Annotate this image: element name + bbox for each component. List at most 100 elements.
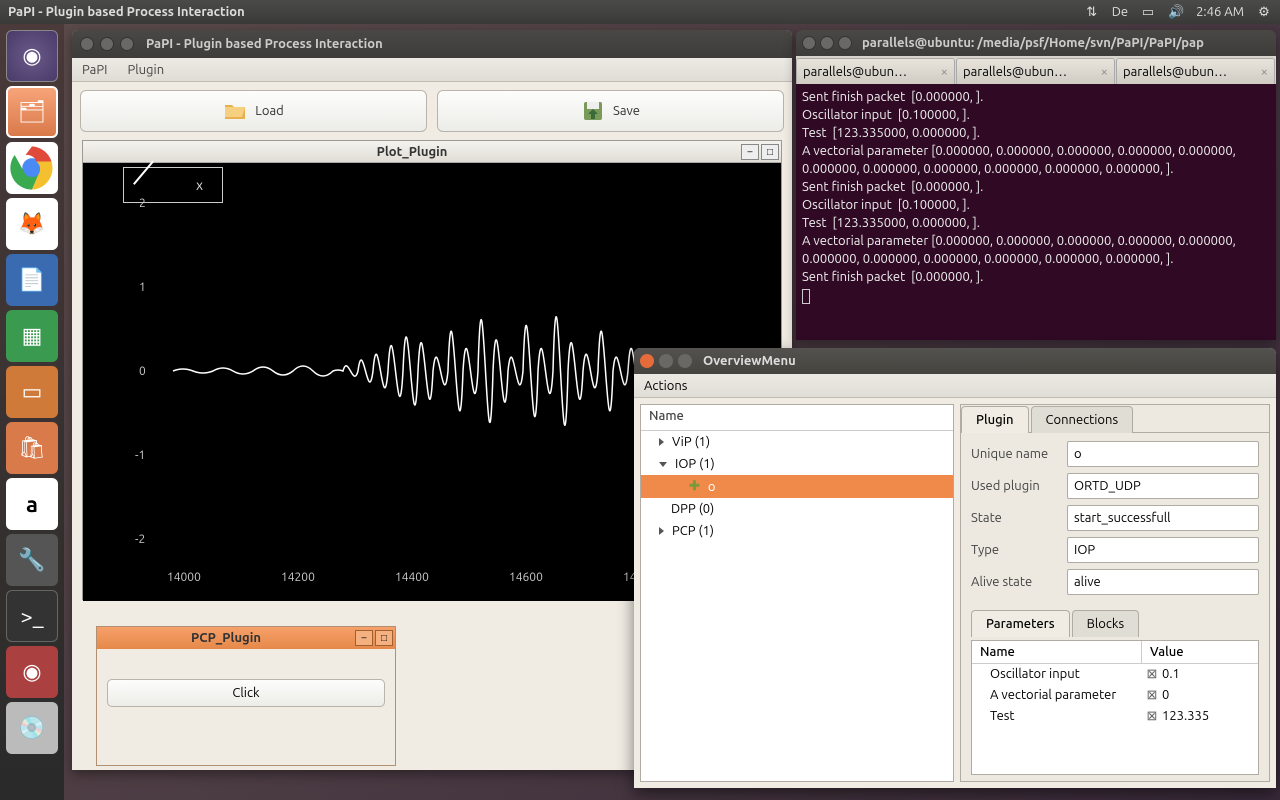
tab-connections[interactable]: Connections xyxy=(1031,406,1134,433)
click-button[interactable]: Click xyxy=(107,679,385,707)
xtick: 14000 xyxy=(167,571,201,584)
edit-icon[interactable]: ⊠ xyxy=(1142,688,1162,703)
terminal-titlebar[interactable]: parallels@ubuntu: /media/psf/Home/svn/Pa… xyxy=(796,30,1276,56)
overview-titlebar[interactable]: OverviewMenu xyxy=(634,348,1276,374)
input-unique-name[interactable] xyxy=(1067,441,1259,467)
minimize-icon[interactable] xyxy=(659,354,673,368)
parameters-table: Name Value Oscillator input⊠0.1 A vector… xyxy=(971,640,1259,775)
keyboard-indicator[interactable]: De xyxy=(1112,5,1128,19)
close-tab-icon[interactable]: × xyxy=(1261,65,1268,79)
tab-blocks[interactable]: Blocks xyxy=(1072,610,1140,637)
chrome-icon[interactable] xyxy=(6,142,58,194)
terminal-output[interactable]: Sent finish packet [0.000000, ]. Oscilla… xyxy=(796,84,1276,308)
input-used-plugin[interactable] xyxy=(1067,473,1259,499)
dash-icon[interactable]: ◉ xyxy=(6,30,58,82)
tree-item-o[interactable]: ✚o xyxy=(641,475,953,498)
input-type[interactable] xyxy=(1067,537,1259,563)
tab-parameters[interactable]: Parameters xyxy=(971,610,1070,637)
edit-icon[interactable]: ⊠ xyxy=(1142,709,1162,724)
load-button[interactable]: Load xyxy=(80,90,427,132)
disk-icon[interactable]: 💿 xyxy=(6,702,58,754)
tree-item-pcp[interactable]: PCP (1) xyxy=(641,520,953,542)
param-row[interactable]: Test⊠123.335 xyxy=(972,706,1258,727)
maximize-icon[interactable] xyxy=(120,37,134,51)
label-used-plugin: Used plugin xyxy=(971,479,1061,493)
tree-item-vip[interactable]: ViP (1) xyxy=(641,431,953,453)
terminal-tab[interactable]: parallels@ubun…× xyxy=(956,58,1115,84)
maximize-icon[interactable] xyxy=(678,354,692,368)
ytick: 2 xyxy=(139,197,146,210)
tree-header[interactable]: Name xyxy=(641,405,953,431)
param-tabs: Parameters Blocks xyxy=(971,609,1259,636)
save-label: Save xyxy=(613,104,640,118)
param-row[interactable]: Oscillator input⊠0.1 xyxy=(972,664,1258,685)
ytick: 1 xyxy=(139,281,146,294)
input-state[interactable] xyxy=(1067,505,1259,531)
pcp-maximize-icon[interactable]: □ xyxy=(375,630,393,646)
save-button[interactable]: Save xyxy=(437,90,784,132)
col-value[interactable]: Value xyxy=(1142,641,1192,663)
plot-minimize-icon[interactable]: – xyxy=(741,144,759,160)
pcp-subwindow: PCP_Plugin – □ Click xyxy=(96,626,396,766)
software-center-icon[interactable]: 🛍 xyxy=(6,422,58,474)
volume-icon[interactable]: 🔊 xyxy=(1168,4,1184,20)
ytick: -1 xyxy=(135,449,145,462)
pcp-titlebar[interactable]: PCP_Plugin – □ xyxy=(97,627,395,649)
label-state: State xyxy=(971,511,1061,525)
folder-open-icon xyxy=(223,99,247,123)
terminal-title: parallels@ubuntu: /media/psf/Home/svn/Pa… xyxy=(862,36,1204,50)
app-icon[interactable]: ◉ xyxy=(6,646,58,698)
gear-icon[interactable]: ⚙ xyxy=(1256,4,1272,20)
tab-plugin[interactable]: Plugin xyxy=(961,406,1029,433)
expand-icon[interactable] xyxy=(659,438,664,446)
minimize-icon[interactable] xyxy=(820,36,834,50)
pcp-title: PCP_Plugin xyxy=(97,631,355,645)
terminal-tab[interactable]: parallels@ubun…× xyxy=(1116,58,1275,84)
tree-item-dpp[interactable]: DPP (0) xyxy=(641,498,953,520)
plot-titlebar[interactable]: Plot_Plugin – □ xyxy=(83,141,781,163)
param-row[interactable]: A vectorial parameter⊠0 xyxy=(972,685,1258,706)
expand-icon[interactable] xyxy=(659,527,664,535)
ytick: -2 xyxy=(135,533,145,546)
minimize-icon[interactable] xyxy=(100,37,114,51)
load-label: Load xyxy=(255,104,284,118)
plot-title: Plot_Plugin xyxy=(83,145,741,159)
edit-icon[interactable]: ⊠ xyxy=(1142,667,1162,682)
close-icon[interactable] xyxy=(640,354,654,368)
pcp-minimize-icon[interactable]: – xyxy=(355,630,373,646)
close-icon[interactable] xyxy=(802,36,816,50)
col-name[interactable]: Name xyxy=(972,641,1142,663)
menu-plugin[interactable]: Plugin xyxy=(127,63,164,77)
maximize-icon[interactable] xyxy=(838,36,852,50)
files-icon[interactable]: 🗂 xyxy=(6,86,58,138)
param-header: Name Value xyxy=(972,641,1258,664)
tree-item-iop[interactable]: IOP (1) xyxy=(641,453,953,475)
close-icon[interactable] xyxy=(80,37,94,51)
menu-papi[interactable]: PaPI xyxy=(82,63,107,77)
terminal-icon[interactable]: >_ xyxy=(6,590,58,642)
collapse-icon[interactable] xyxy=(659,462,667,467)
plugin-tree: Name ViP (1) IOP (1) ✚o DPP (0) PCP (1) xyxy=(640,404,954,782)
menu-actions[interactable]: Actions xyxy=(644,379,687,393)
plot-maximize-icon[interactable]: □ xyxy=(761,144,779,160)
clock[interactable]: 2:46 AM xyxy=(1196,5,1244,19)
terminal-tabs: parallels@ubun…× parallels@ubun…× parall… xyxy=(796,56,1276,84)
detail-tabs: Plugin Connections xyxy=(961,405,1269,433)
impress-icon[interactable]: ▭ xyxy=(6,366,58,418)
calc-icon[interactable]: ▦ xyxy=(6,310,58,362)
amazon-icon[interactable]: a xyxy=(6,478,58,530)
save-icon xyxy=(581,99,605,123)
firefox-icon[interactable]: 🦊 xyxy=(6,198,58,250)
writer-icon[interactable]: 📄 xyxy=(6,254,58,306)
close-tab-icon[interactable]: × xyxy=(1101,65,1108,79)
papi-toolbar: Load Save xyxy=(72,82,792,140)
overview-details: Plugin Connections Unique name Used plug… xyxy=(960,404,1270,782)
battery-icon[interactable]: ▭ xyxy=(1140,4,1156,20)
terminal-tab[interactable]: parallels@ubun…× xyxy=(796,58,955,84)
papi-titlebar[interactable]: PaPI - Plugin based Process Interaction xyxy=(72,30,792,58)
system-tray: ⇅ De ▭ 🔊 2:46 AM ⚙ xyxy=(1084,4,1272,20)
input-alive-state[interactable] xyxy=(1067,569,1259,595)
settings-icon[interactable]: 🔧 xyxy=(6,534,58,586)
close-tab-icon[interactable]: × xyxy=(941,65,948,79)
network-icon[interactable]: ⇅ xyxy=(1084,4,1100,20)
